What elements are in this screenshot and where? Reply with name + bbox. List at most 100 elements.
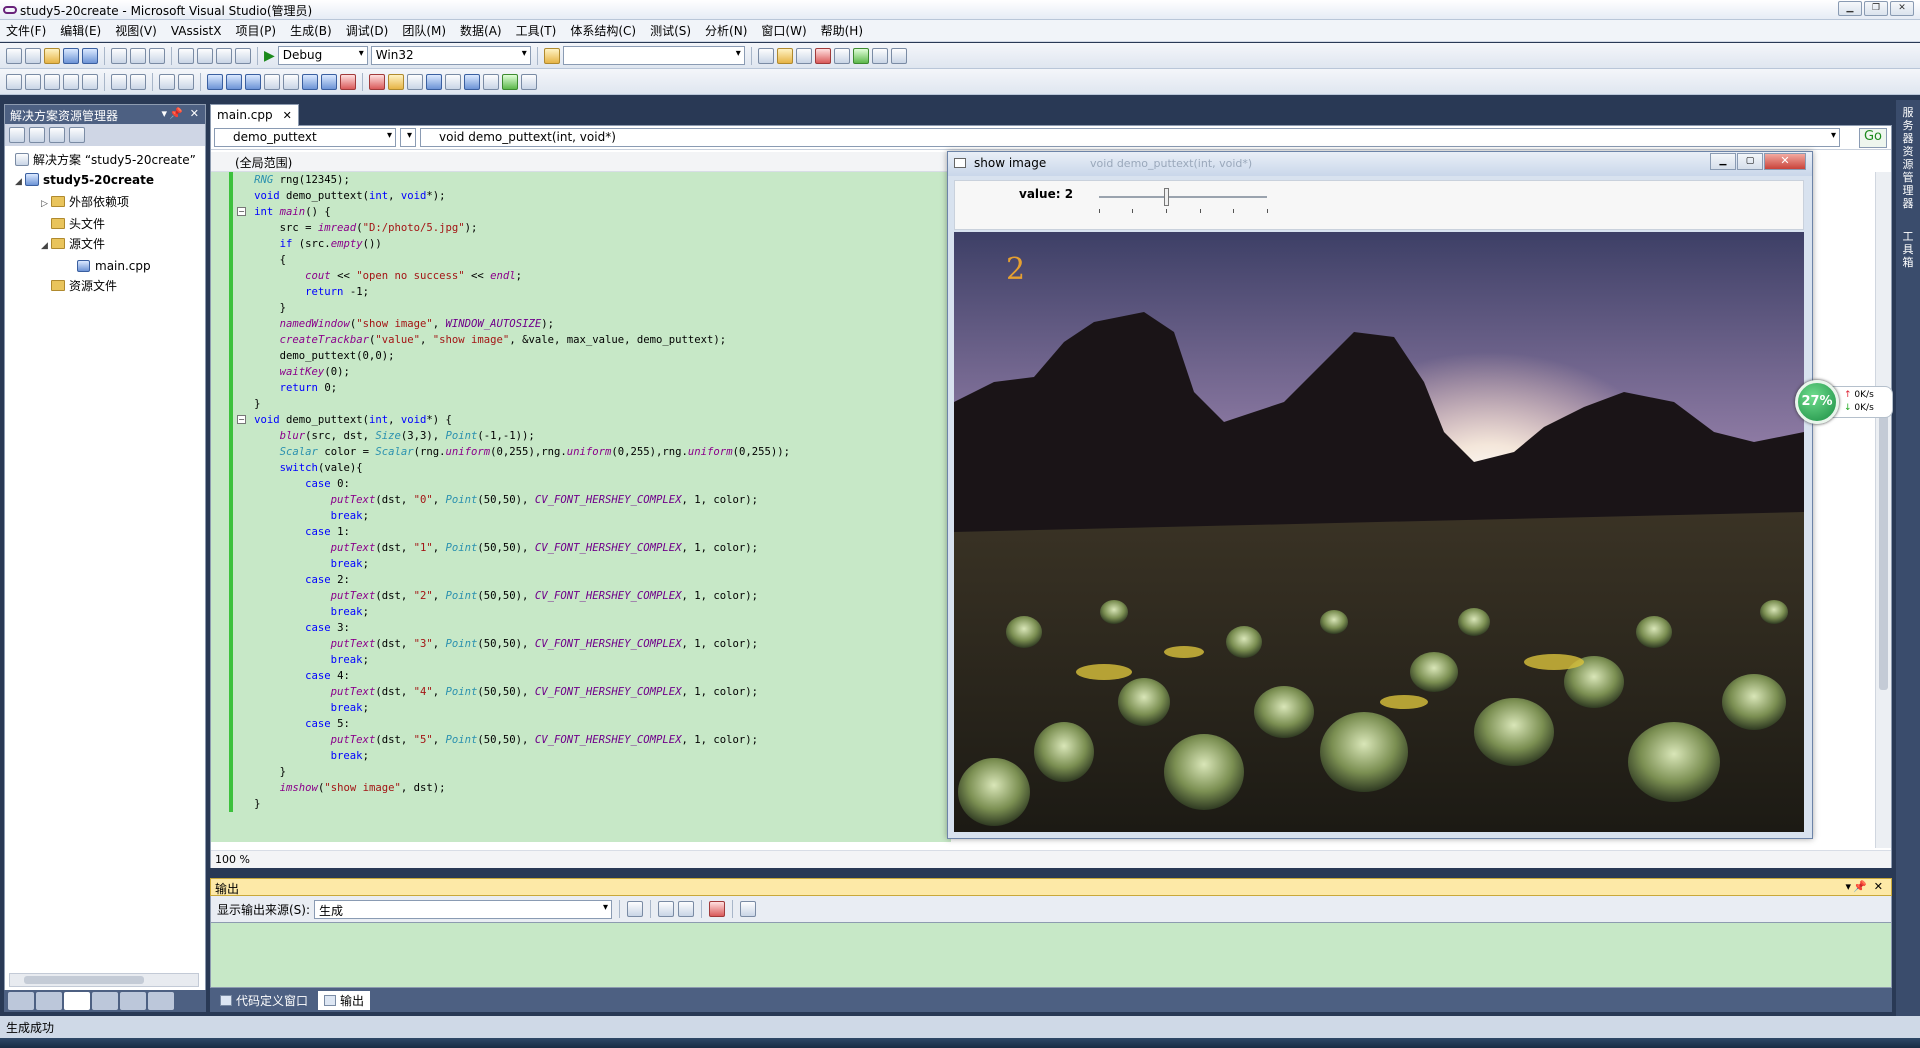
toggle-bookmark-icon[interactable] (207, 73, 223, 90)
tree-resource-files[interactable]: 资源文件 (7, 276, 203, 296)
solution-explorer-icon[interactable] (757, 47, 774, 64)
team-explorer-tab[interactable] (92, 992, 118, 1010)
tree-main-cpp[interactable]: main.cpp (7, 256, 203, 276)
menu-team[interactable]: 团队(M) (402, 22, 446, 39)
properties-icon[interactable] (776, 47, 793, 64)
error-list-icon[interactable] (871, 47, 888, 64)
trackbar-track[interactable] (1099, 196, 1267, 198)
menu-data[interactable]: 数据(A) (460, 22, 502, 39)
code-area[interactable]: − − RNG rng(12345); void demo_puttext(in… (211, 172, 951, 842)
vassistx-spell-check-icon[interactable] (502, 73, 518, 90)
previous-bookmark-in-folder-icon[interactable] (264, 73, 280, 90)
minimize-button[interactable]: ▁ (1838, 1, 1862, 16)
tree-header-files[interactable]: 头文件 (7, 214, 203, 234)
menu-vassistx[interactable]: VAssistX (171, 24, 222, 38)
show-all-files-icon[interactable] (29, 127, 45, 143)
vassistx-find-references-icon[interactable] (407, 73, 423, 90)
tab-main-cpp[interactable]: main.cpp ✕ (210, 104, 299, 126)
next-message-icon[interactable] (678, 901, 695, 917)
server-explorer-tab[interactable]: 服务器资源管理器 (1900, 106, 1916, 210)
tree-project[interactable]: ◢ study5-20create (7, 170, 203, 192)
menu-build[interactable]: 生成(B) (290, 22, 332, 39)
extension-manager-icon[interactable] (833, 47, 850, 64)
indent-icon[interactable] (111, 73, 127, 90)
next-bookmark-in-folder-icon[interactable] (283, 73, 299, 90)
tree-external-dependencies[interactable]: ▷ 外部依赖项 (7, 192, 203, 214)
vassistx-forward-icon[interactable] (464, 73, 480, 90)
menu-project[interactable]: 项目(P) (235, 22, 276, 39)
view-class-diagram-icon[interactable] (69, 127, 85, 143)
parameter-info-icon[interactable] (25, 73, 41, 90)
navigate-forward-icon[interactable] (235, 47, 251, 64)
redo-icon[interactable] (197, 47, 213, 64)
navigate-backward-icon[interactable] (216, 47, 232, 64)
close-button[interactable]: ✕ (1890, 1, 1914, 16)
complete-word-icon[interactable] (63, 73, 79, 90)
vassistx-refactor-icon[interactable] (521, 73, 537, 90)
vassistx-back-icon[interactable] (445, 73, 461, 90)
menu-test[interactable]: 测试(S) (650, 22, 691, 39)
trackbar-thumb[interactable] (1164, 188, 1170, 206)
previous-bookmark-icon[interactable] (226, 73, 242, 90)
menu-tools[interactable]: 工具(T) (516, 22, 557, 39)
previous-bookmark-in-document-icon[interactable] (302, 73, 318, 90)
menu-help[interactable]: 帮助(H) (821, 22, 863, 39)
window-position-icon[interactable]: ▾ (1845, 880, 1851, 893)
show-image-maximize-button[interactable]: ▢ (1737, 153, 1763, 170)
list-members-icon[interactable] (6, 73, 22, 90)
next-bookmark-in-document-icon[interactable] (321, 73, 337, 90)
comment-icon[interactable] (159, 73, 175, 90)
editor-vscrollbar[interactable] (1875, 172, 1891, 848)
toolbox-tab[interactable]: 工具箱 (1900, 230, 1916, 269)
scroll-thumb[interactable] (1879, 400, 1888, 690)
go-button[interactable]: Go (1858, 128, 1887, 148)
output-source-select[interactable]: 生成 (314, 899, 613, 919)
menu-analyze[interactable]: 分析(N) (705, 22, 747, 39)
menu-debug[interactable]: 调试(D) (346, 22, 389, 39)
menu-view[interactable]: 视图(V) (115, 22, 157, 39)
vassistx-open-file-icon[interactable] (369, 73, 385, 90)
output-text-area[interactable] (210, 922, 1892, 988)
refresh-icon[interactable] (49, 127, 65, 143)
network-monitor-widget[interactable]: ↑ 0K/s ↓ 0K/s 27% (1795, 380, 1895, 424)
vassistx-list-methods-icon[interactable] (388, 73, 404, 90)
undo-icon[interactable] (178, 47, 194, 64)
member-dropdown[interactable]: void demo_puttext(int, void*) (420, 128, 1840, 147)
properties-icon[interactable] (9, 127, 25, 143)
find-message-icon[interactable] (627, 901, 644, 917)
toolbox-icon[interactable] (814, 47, 831, 64)
panel-close-icon[interactable]: ✕ (190, 107, 199, 120)
show-image-close-button[interactable]: ✕ (1764, 153, 1806, 170)
new-project-icon[interactable] (6, 47, 22, 64)
tab-code-definition[interactable]: 代码定义窗口 (214, 991, 314, 1010)
menu-file[interactable]: 文件(F) (6, 22, 46, 39)
auto-hide-pin-icon[interactable]: 📌 (1853, 880, 1867, 893)
paste-icon[interactable] (149, 47, 165, 64)
tree-solution[interactable]: 解决方案 “study5-20create” (7, 150, 203, 170)
scope-dropdown[interactable]: (全局范围) (211, 152, 951, 172)
show-image-minimize-button[interactable]: ▁ (1710, 153, 1736, 170)
expand-triangle-icon[interactable]: ▷ (41, 194, 51, 214)
quick-info-icon[interactable] (44, 73, 60, 90)
menu-window[interactable]: 窗口(W) (761, 22, 806, 39)
next-bookmark-icon[interactable] (245, 73, 261, 90)
find-in-files-icon[interactable] (543, 47, 560, 64)
outdent-icon[interactable] (82, 73, 98, 90)
command-window-icon[interactable] (890, 47, 907, 64)
auto-hide-pin-icon[interactable]: 📌 (169, 107, 183, 120)
toggle-word-wrap-icon[interactable] (740, 901, 757, 917)
panel-close-icon[interactable]: ✕ (1874, 880, 1883, 893)
save-icon[interactable] (63, 47, 79, 64)
clear-all-icon[interactable] (709, 901, 726, 917)
class-dropdown[interactable]: demo_puttext (214, 128, 396, 147)
solution-config-select[interactable]: Debug (277, 46, 368, 65)
scroll-thumb[interactable] (24, 976, 144, 984)
start-debugging-icon[interactable]: ▶ (264, 48, 275, 64)
previous-message-icon[interactable] (658, 901, 675, 917)
save-all-icon[interactable] (82, 47, 98, 64)
clear-bookmarks-icon[interactable] (340, 73, 356, 90)
vassistx-tab[interactable] (148, 992, 174, 1010)
show-image-titlebar[interactable]: show image void demo_puttext(int, void*)… (948, 152, 1812, 176)
class-view-tab[interactable] (8, 992, 34, 1010)
resource-view-tab[interactable] (120, 992, 146, 1010)
